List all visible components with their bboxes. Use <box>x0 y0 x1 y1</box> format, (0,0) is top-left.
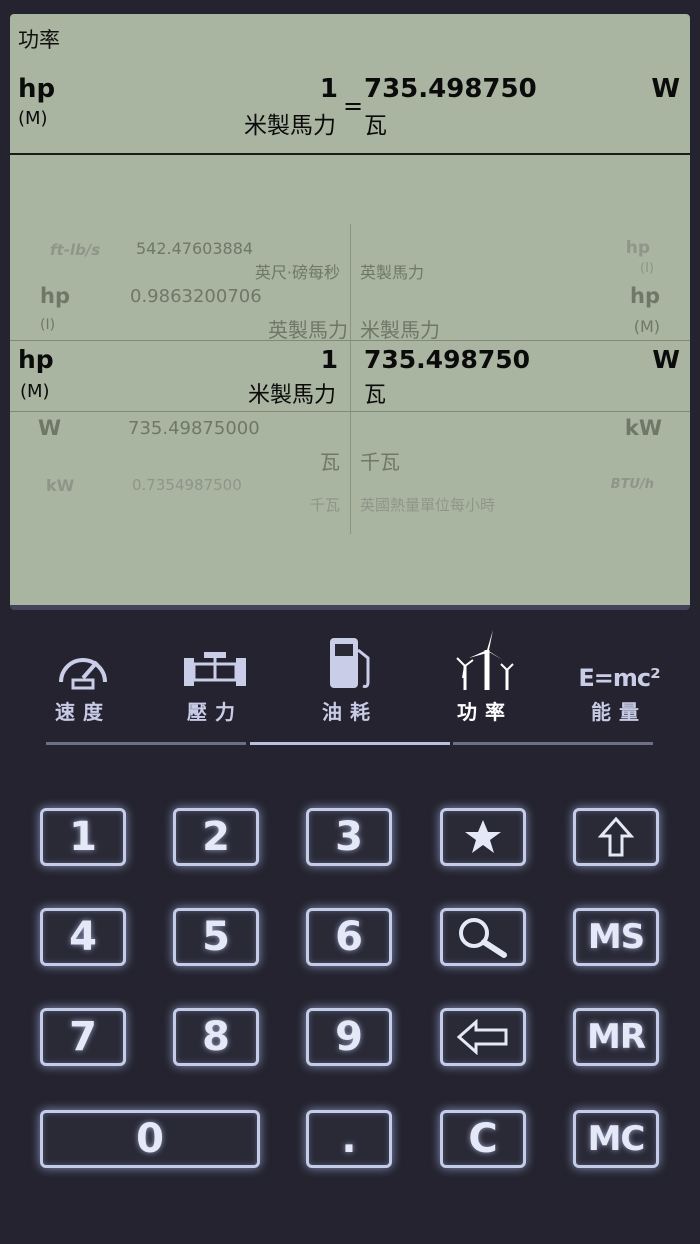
input-value: 1 <box>319 74 338 104</box>
backspace-button[interactable] <box>440 1008 526 1066</box>
lcd-display: 功率 hp (M) 1 米製馬力 = 735.498750 瓦 W ft-lb/… <box>10 14 690 610</box>
row-unit-name: 英尺·磅每秒 <box>254 263 340 282</box>
key-4[interactable]: 4 <box>40 908 126 966</box>
from-unit-symbol: hp <box>18 74 56 104</box>
row-unit-symbol: kW <box>46 476 75 495</box>
row-right-symbol: hp <box>630 284 660 308</box>
row-unit-name: 千瓦 <box>309 496 340 514</box>
arrow-up-icon <box>598 816 634 857</box>
row-right-name: 千瓦 <box>360 450 400 474</box>
key-8[interactable]: 8 <box>173 1008 259 1066</box>
clear-button[interactable]: C <box>440 1110 526 1168</box>
tab-energy[interactable]: E=mc² 能量 <box>564 630 674 730</box>
tab-label: 功率 <box>457 700 513 724</box>
tab-indicator <box>453 742 653 745</box>
selected-unit-symbol: hp <box>18 345 54 374</box>
row-value: 735.49875000 <box>128 418 260 439</box>
speedometer-icon <box>28 630 138 692</box>
row-unit-name: 瓦 <box>320 450 340 474</box>
selected-value: 1 <box>320 345 338 374</box>
row-right-symbol: kW <box>624 416 662 440</box>
row-right-sub: (M) <box>633 317 660 336</box>
row-right-symbol: hp <box>625 238 650 258</box>
to-unit-name: 瓦 <box>364 113 387 139</box>
key-6[interactable]: 6 <box>306 908 392 966</box>
row-divider <box>10 411 690 412</box>
tab-indicator-active <box>250 742 450 745</box>
selected-unit-sub: (M) <box>20 381 50 402</box>
from-unit-sub: (M) <box>18 108 48 129</box>
row-unit-name: 英製馬力 <box>268 318 348 342</box>
tab-label: 油耗 <box>322 700 378 724</box>
primary-conversion[interactable]: hp (M) 1 米製馬力 = 735.498750 瓦 W <box>10 74 690 154</box>
selected-unit-row[interactable]: hp (M) 1 米製馬力 735.498750 瓦 W <box>10 341 690 411</box>
key-decimal[interactable]: . <box>306 1110 392 1168</box>
mc-button[interactable]: MC <box>573 1110 659 1168</box>
pressure-gauge-icon <box>160 630 270 692</box>
row-right-name: 英國熱量單位每小時 <box>360 496 496 514</box>
mr-button[interactable]: MR <box>573 1008 659 1066</box>
result-value: 735.498750 <box>364 74 537 104</box>
fuel-pump-icon <box>295 630 405 692</box>
key-5[interactable]: 5 <box>173 908 259 966</box>
selected-unit-name: 米製馬力 <box>247 383 336 408</box>
row-right-symbol: BTU/h <box>610 477 654 492</box>
category-title: 功率 <box>18 28 60 52</box>
wind-turbine-icon <box>430 630 540 692</box>
emc2-icon: E=mc² <box>578 664 660 692</box>
search-button[interactable] <box>440 908 526 966</box>
row-unit-sub: (I) <box>40 317 56 333</box>
row-unit-symbol: W <box>38 416 62 440</box>
tab-indicator <box>46 742 246 745</box>
key-3[interactable]: 3 <box>306 808 392 866</box>
tab-speed[interactable]: 速度 <box>28 630 138 730</box>
favorite-button[interactable] <box>440 808 526 866</box>
from-unit-name: 米製馬力 <box>244 113 336 139</box>
tab-power[interactable]: 功率 <box>430 630 540 730</box>
display-divider <box>10 153 690 155</box>
key-1[interactable]: 1 <box>40 808 126 866</box>
equals-sign: = <box>343 92 364 120</box>
key-2[interactable]: 2 <box>173 808 259 866</box>
row-right-sub: (I) <box>640 261 654 276</box>
key-0[interactable]: 0 <box>40 1110 260 1168</box>
row-value: 0.7354987500 <box>132 476 242 494</box>
to-unit-symbol: W <box>651 74 680 104</box>
shift-button[interactable] <box>573 808 659 866</box>
tab-pressure[interactable]: 壓力 <box>160 630 270 730</box>
row-unit-symbol: hp <box>40 284 70 308</box>
selected-result-unit-symbol: W <box>652 345 680 374</box>
key-9[interactable]: 9 <box>306 1008 392 1066</box>
row-unit-symbol: ft-lb/s <box>50 241 101 259</box>
arrow-left-icon <box>456 1019 508 1055</box>
row-right-name: 英製馬力 <box>360 263 425 282</box>
selected-result-unit-name: 瓦 <box>364 383 387 408</box>
row-value: 542.47603884 <box>136 239 254 258</box>
tab-label: 壓力 <box>187 700 243 724</box>
category-tabs: 速度 壓力 油耗 功率 E=mc² 能量 <box>0 630 700 740</box>
star-icon <box>465 820 501 853</box>
tab-label: 能量 <box>591 700 647 724</box>
row-right-name: 米製馬力 <box>360 318 440 342</box>
row-value: 0.9863200706 <box>130 286 262 307</box>
selected-result: 735.498750 <box>364 345 531 374</box>
key-7[interactable]: 7 <box>40 1008 126 1066</box>
tab-label: 速度 <box>55 700 111 724</box>
search-icon <box>459 918 507 958</box>
tab-fuel[interactable]: 油耗 <box>295 630 405 730</box>
ms-button[interactable]: MS <box>573 908 659 966</box>
